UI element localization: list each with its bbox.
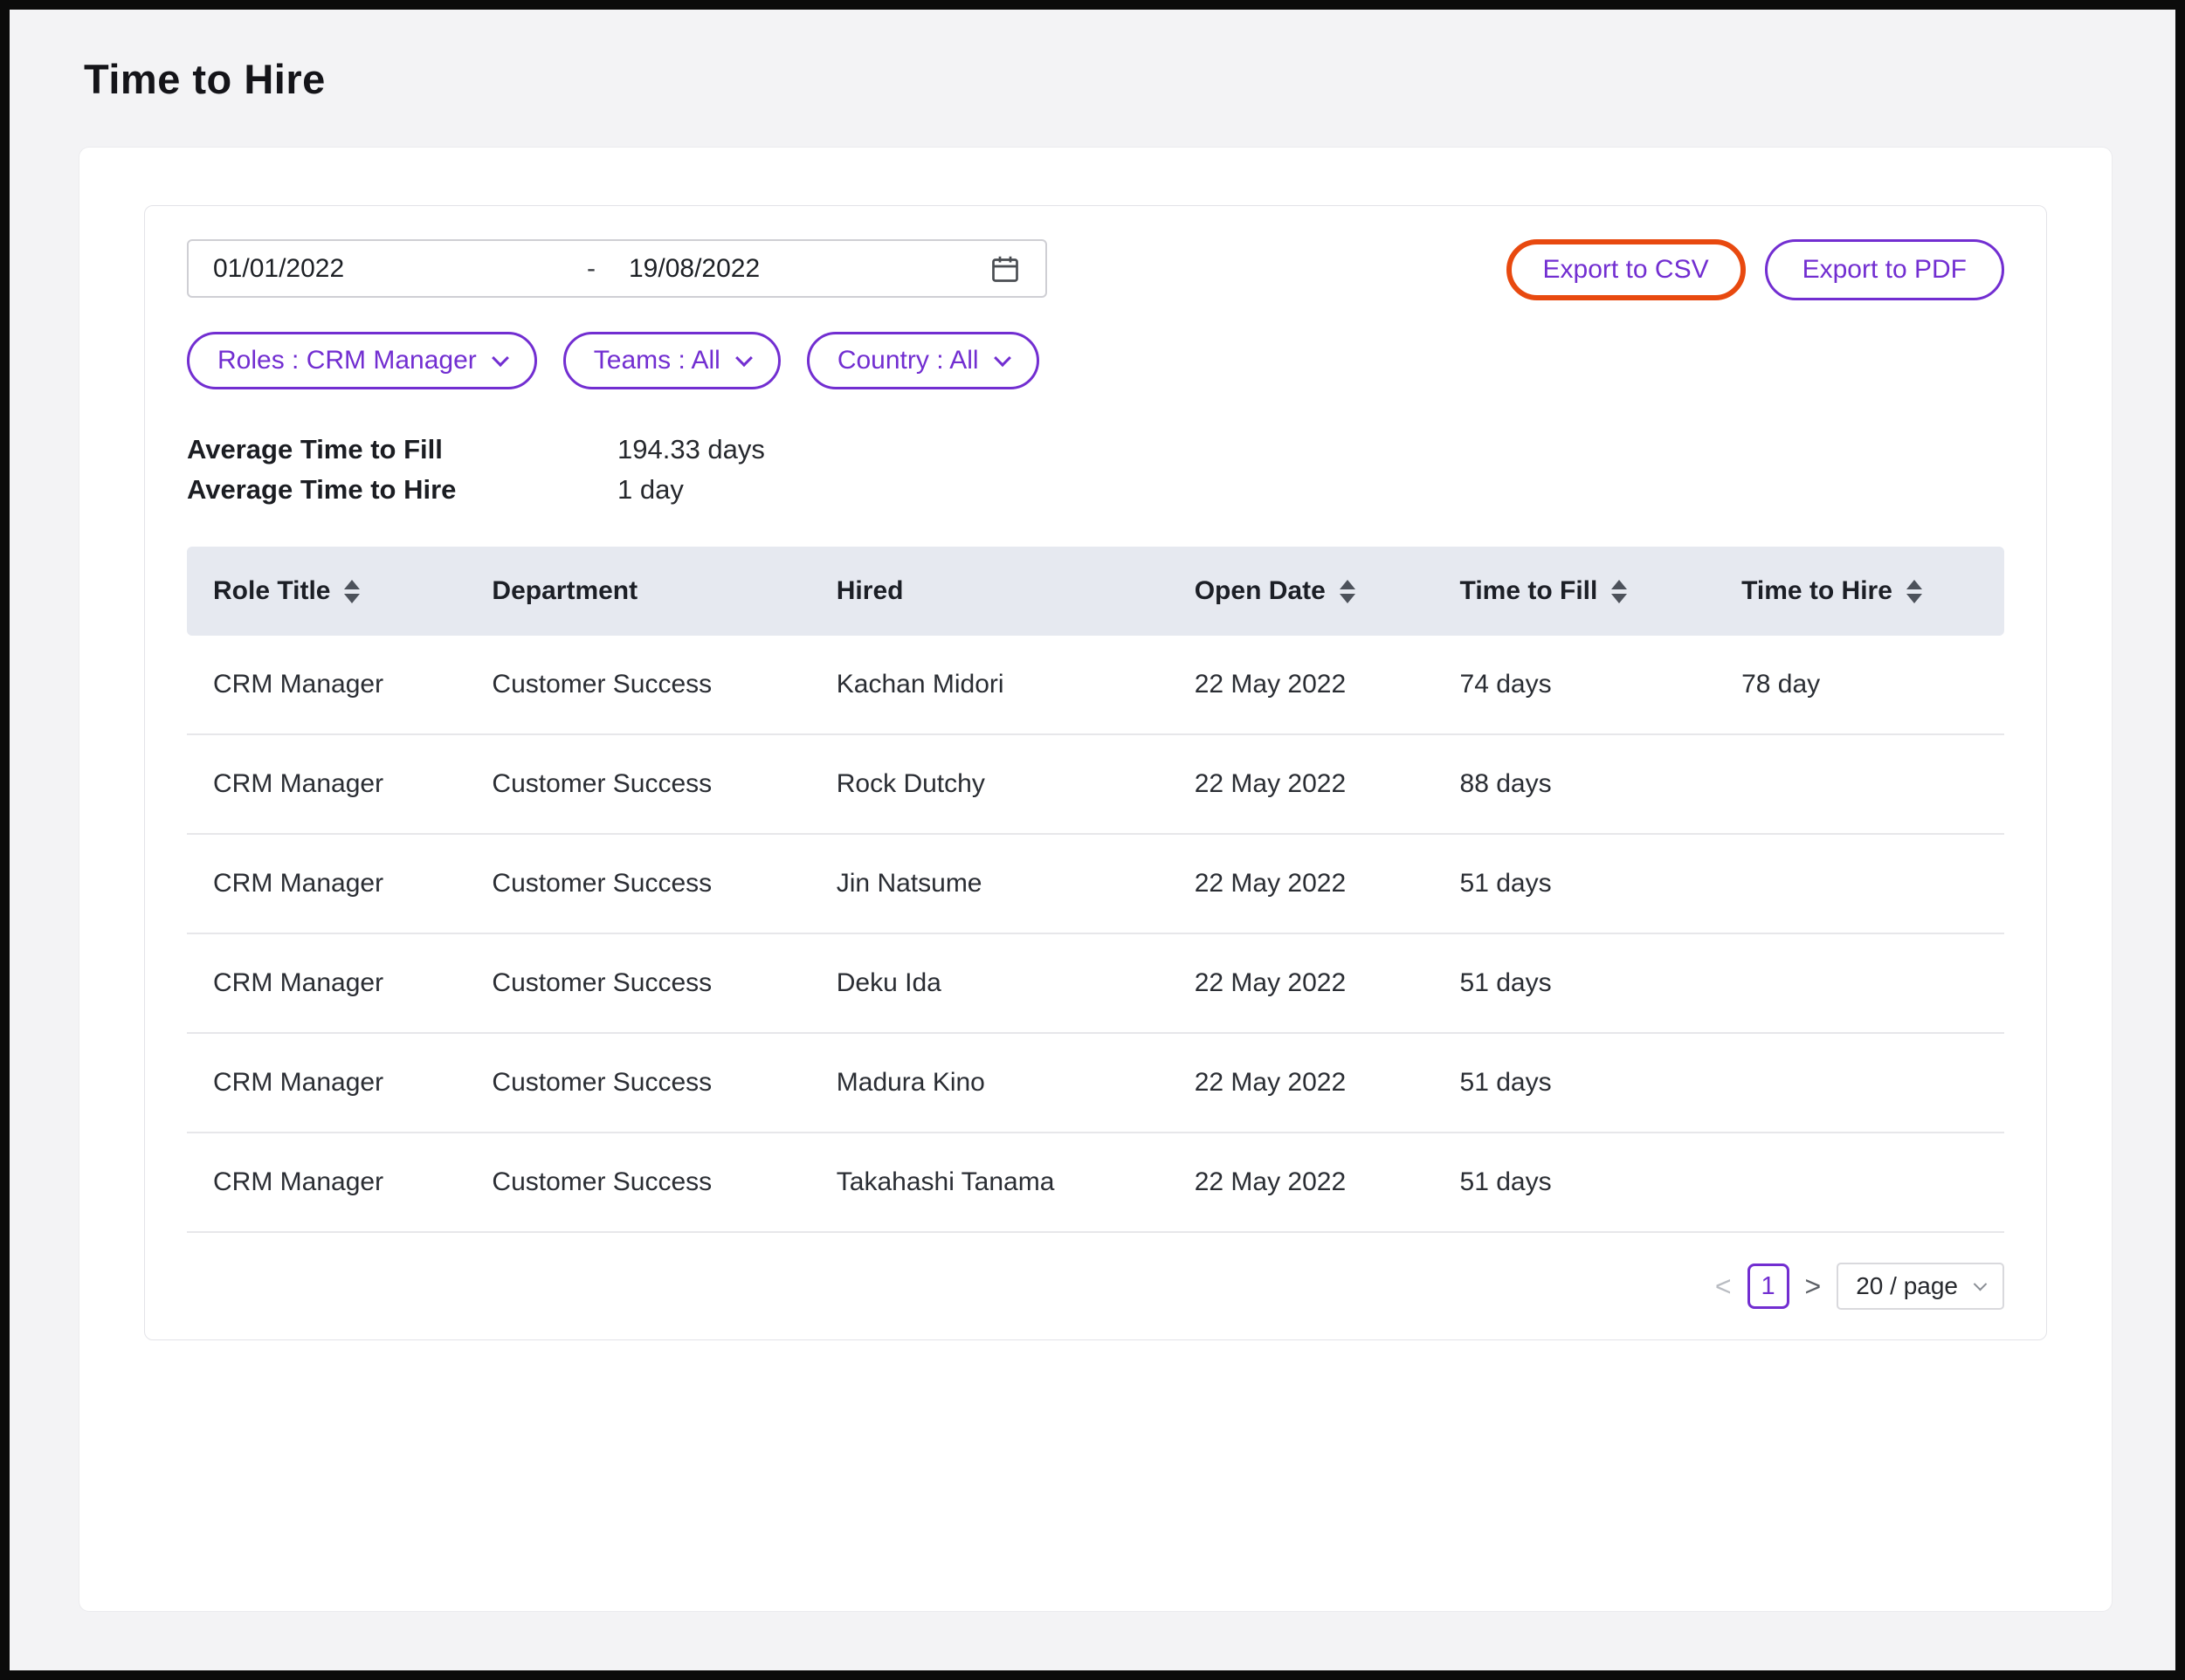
summary-stats: Average Time to Fill 194.33 days Average… <box>187 430 2004 510</box>
filter-country-label: Country : All <box>837 346 979 375</box>
cell-hired: Jin Natsume <box>810 834 1168 933</box>
content-card: 01/01/2022 - 19/08/2022 Export to CSV Ex… <box>79 147 2113 1612</box>
cell-open-date: 22 May 2022 <box>1168 1133 1434 1232</box>
table-row: CRM Manager Customer Success Rock Dutchy… <box>187 734 2004 834</box>
date-end[interactable]: 19/08/2022 <box>629 254 760 284</box>
cell-open-date: 22 May 2022 <box>1168 834 1434 933</box>
date-start[interactable]: 01/01/2022 <box>213 254 587 284</box>
table-row: CRM Manager Customer Success Takahashi T… <box>187 1133 2004 1232</box>
cell-time-to-fill: 51 days <box>1434 933 1716 1033</box>
page-size-value: 20 / page <box>1856 1272 1958 1300</box>
cell-time-to-hire <box>1715 734 2004 834</box>
cell-time-to-fill: 51 days <box>1434 1133 1716 1232</box>
cell-department: Customer Success <box>465 734 810 834</box>
column-header-time-to-hire[interactable]: Time to Hire <box>1715 547 2004 636</box>
cell-hired: Takahashi Tanama <box>810 1133 1168 1232</box>
column-label: Time to Fill <box>1460 576 1598 606</box>
sort-icon[interactable] <box>1340 580 1355 603</box>
cell-department: Customer Success <box>465 1033 810 1133</box>
cell-time-to-fill: 51 days <box>1434 834 1716 933</box>
date-separator: - <box>587 254 596 284</box>
sort-icon[interactable] <box>344 580 360 603</box>
cell-hired: Rock Dutchy <box>810 734 1168 834</box>
cell-hired: Kachan Midori <box>810 636 1168 734</box>
cell-time-to-hire <box>1715 933 2004 1033</box>
stat-value: 1 day <box>617 470 684 510</box>
cell-role-title: CRM Manager <box>187 834 465 933</box>
pagination-next[interactable]: > <box>1805 1270 1822 1303</box>
pagination-prev[interactable]: < <box>1715 1270 1732 1303</box>
cell-time-to-hire: 78 day <box>1715 636 2004 734</box>
sort-icon[interactable] <box>1906 580 1922 603</box>
filter-country-dropdown[interactable]: Country : All <box>807 332 1039 389</box>
column-header-time-to-fill[interactable]: Time to Fill <box>1434 547 1716 636</box>
cell-role-title: CRM Manager <box>187 636 465 734</box>
table-header-row: Role Title Department Hired Open Date <box>187 547 2004 636</box>
chevron-down-icon <box>735 349 753 367</box>
calendar-icon[interactable] <box>989 253 1021 285</box>
filter-roles-dropdown[interactable]: Roles : CRM Manager <box>187 332 537 389</box>
cell-open-date: 22 May 2022 <box>1168 1033 1434 1133</box>
chevron-down-icon <box>1974 1277 1988 1291</box>
stat-label: Average Time to Fill <box>187 430 617 470</box>
time-to-hire-table: Role Title Department Hired Open Date <box>187 547 2004 1233</box>
cell-time-to-fill: 51 days <box>1434 1033 1716 1133</box>
page-size-select[interactable]: 20 / page <box>1837 1263 2004 1310</box>
column-label: Department <box>492 576 638 606</box>
cell-time-to-fill: 88 days <box>1434 734 1716 834</box>
column-label: Open Date <box>1195 576 1326 606</box>
filter-teams-label: Teams : All <box>594 346 720 375</box>
cell-role-title: CRM Manager <box>187 734 465 834</box>
export-csv-button[interactable]: Export to CSV <box>1506 239 1746 300</box>
chevron-down-icon <box>492 349 509 367</box>
cell-department: Customer Success <box>465 636 810 734</box>
cell-role-title: CRM Manager <box>187 1133 465 1232</box>
filter-bar: Roles : CRM Manager Teams : All Country … <box>187 332 2004 389</box>
cell-time-to-fill: 74 days <box>1434 636 1716 734</box>
report-panel: 01/01/2022 - 19/08/2022 Export to CSV Ex… <box>144 205 2047 1340</box>
cell-open-date: 22 May 2022 <box>1168 636 1434 734</box>
chevron-down-icon <box>994 349 1011 367</box>
cell-department: Customer Success <box>465 933 810 1033</box>
filter-roles-label: Roles : CRM Manager <box>217 346 477 375</box>
cell-hired: Deku Ida <box>810 933 1168 1033</box>
filter-teams-dropdown[interactable]: Teams : All <box>563 332 781 389</box>
column-label: Hired <box>837 576 904 606</box>
column-header-department: Department <box>465 547 810 636</box>
pagination: < 1 > 20 / page <box>187 1263 2004 1310</box>
column-header-open-date[interactable]: Open Date <box>1168 547 1434 636</box>
page-title: Time to Hire <box>84 55 2175 103</box>
column-header-role-title[interactable]: Role Title <box>187 547 465 636</box>
cell-time-to-hire <box>1715 1033 2004 1133</box>
stat-label: Average Time to Hire <box>187 470 617 510</box>
export-buttons: Export to CSV Export to PDF <box>1506 239 2004 300</box>
cell-role-title: CRM Manager <box>187 1033 465 1133</box>
cell-role-title: CRM Manager <box>187 933 465 1033</box>
column-header-hired: Hired <box>810 547 1168 636</box>
column-label: Role Title <box>213 576 330 606</box>
stat-avg-time-to-hire: Average Time to Hire 1 day <box>187 470 2004 510</box>
cell-open-date: 22 May 2022 <box>1168 933 1434 1033</box>
column-label: Time to Hire <box>1741 576 1892 606</box>
table-row: CRM Manager Customer Success Jin Natsume… <box>187 834 2004 933</box>
cell-department: Customer Success <box>465 1133 810 1232</box>
stat-avg-time-to-fill: Average Time to Fill 194.33 days <box>187 430 2004 470</box>
cell-open-date: 22 May 2022 <box>1168 734 1434 834</box>
toolbar: 01/01/2022 - 19/08/2022 Export to CSV Ex… <box>187 239 2004 300</box>
stat-value: 194.33 days <box>617 430 765 470</box>
cell-time-to-hire <box>1715 1133 2004 1232</box>
sort-icon[interactable] <box>1611 580 1627 603</box>
export-pdf-button[interactable]: Export to PDF <box>1765 239 2004 300</box>
table-row: CRM Manager Customer Success Deku Ida 22… <box>187 933 2004 1033</box>
table-row: CRM Manager Customer Success Madura Kino… <box>187 1033 2004 1133</box>
pagination-page-1[interactable]: 1 <box>1747 1263 1789 1309</box>
cell-department: Customer Success <box>465 834 810 933</box>
date-range-picker[interactable]: 01/01/2022 - 19/08/2022 <box>187 239 1047 298</box>
cell-time-to-hire <box>1715 834 2004 933</box>
table-row: CRM Manager Customer Success Kachan Mido… <box>187 636 2004 734</box>
cell-hired: Madura Kino <box>810 1033 1168 1133</box>
